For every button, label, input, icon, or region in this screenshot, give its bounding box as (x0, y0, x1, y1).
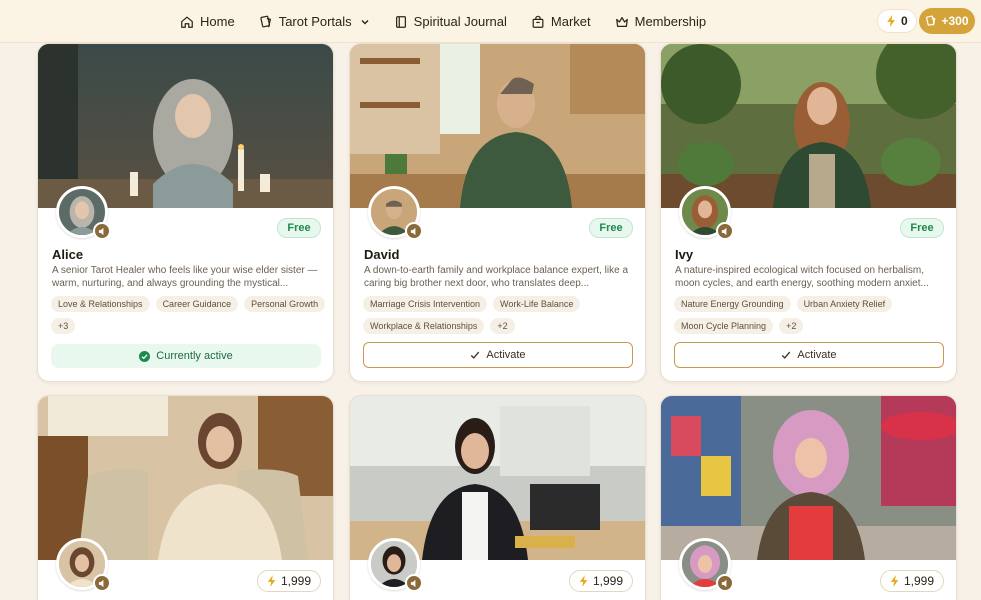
healer-name: David (364, 247, 400, 262)
activate-button[interactable]: Activate (674, 342, 944, 368)
tag: Work-Life Balance (493, 296, 581, 312)
specialty-tags: Nature Energy Grounding Urban Anxiety Re… (674, 296, 949, 334)
home-icon (181, 16, 193, 28)
price-value: 1,999 (592, 574, 623, 588)
check-icon (782, 351, 791, 359)
nav-market-label: Market (550, 14, 591, 29)
speaker-icon (721, 579, 726, 587)
healer-description: A senior Tarot Healer who feels like you… (52, 265, 318, 289)
nav-home-label: Home (200, 14, 235, 29)
activate-button[interactable]: Activate (363, 342, 633, 368)
price-badge: 1,999 (879, 570, 944, 592)
specialty-tags: Marriage Crisis Intervention Work-Life B… (363, 296, 638, 334)
price-badge: 1,999 (256, 570, 321, 592)
specialty-tags: Love & Relationships Career Guidance Per… (51, 296, 326, 334)
check-circle-icon (139, 350, 151, 362)
healer-name: Alice (52, 247, 84, 262)
nav-spiritual-journal-label: Spiritual Journal (413, 14, 507, 29)
healer-card[interactable]: 1,999 (660, 395, 957, 600)
price-badge: Free (277, 218, 321, 238)
voice-preview-button[interactable] (405, 222, 423, 240)
nav-tarot-portals[interactable]: Tarot Portals (259, 14, 370, 29)
coins-value: +300 (941, 14, 969, 28)
tag: Marriage Crisis Intervention (363, 296, 488, 312)
healer-photo (661, 44, 956, 208)
voice-preview-button[interactable] (93, 222, 111, 240)
lightning-icon (267, 575, 276, 587)
nav-membership-label: Membership (634, 14, 707, 29)
energy-value: 0 (901, 14, 908, 28)
healer-photo (661, 396, 956, 560)
tag: Urban Anxiety Relief (796, 296, 893, 312)
price-value: 1,999 (903, 574, 934, 588)
tag: Career Guidance (155, 296, 239, 312)
healer-name: Ivy (675, 247, 694, 262)
speaker-icon (410, 579, 415, 587)
healer-photo (38, 396, 333, 560)
tag: Love & Relationships (51, 296, 150, 312)
nav-home[interactable]: Home (180, 14, 235, 29)
voice-preview-button[interactable] (716, 574, 734, 592)
coins-button[interactable]: +300 (919, 8, 975, 34)
more-tags[interactable]: +3 (51, 318, 76, 334)
activate-label: Activate (486, 349, 526, 361)
lightning-icon (890, 575, 899, 587)
price-value: 1,999 (280, 574, 311, 588)
more-tags[interactable]: +2 (490, 318, 515, 334)
lightning-icon (887, 15, 895, 27)
speaker-icon (721, 227, 726, 235)
healer-description: A down-to-earth family and workplace bal… (364, 265, 629, 289)
healer-description: A nature-inspired ecological witch focus… (675, 265, 929, 289)
shopping-bag-icon (532, 15, 544, 28)
price-badge: 1,999 (568, 570, 633, 592)
journal-icon (395, 15, 406, 28)
nav-spiritual-journal[interactable]: Spiritual Journal (394, 14, 507, 29)
speaker-icon (410, 227, 415, 235)
healer-card[interactable]: 1,999 (37, 395, 334, 600)
healer-card-alice[interactable]: Free Alice A senior Tarot Healer who fee… (37, 43, 334, 382)
healer-card[interactable]: 1,999 (349, 395, 646, 600)
top-navigation-bar: Home Tarot Portals Spiritual Journal Mar… (0, 0, 981, 43)
tag: Nature Energy Grounding (674, 296, 791, 312)
tag: Workplace & Relationships (363, 318, 485, 334)
price-badge: Free (900, 218, 944, 238)
voice-preview-button[interactable] (405, 574, 423, 592)
healer-card-david[interactable]: Free David A down-to-earth family and wo… (349, 43, 646, 382)
healer-photo (350, 396, 645, 560)
check-icon (471, 351, 480, 359)
tag: Personal Growth (244, 296, 326, 312)
tarot-card-icon (260, 15, 271, 27)
more-tags[interactable]: +2 (779, 318, 804, 334)
nav-membership[interactable]: Membership (615, 14, 707, 29)
speaker-icon (98, 579, 103, 587)
speaker-icon (98, 227, 103, 235)
active-label: Currently active (156, 350, 233, 362)
healer-photo (38, 44, 333, 208)
chevron-down-icon (361, 19, 369, 24)
price-badge: Free (589, 218, 633, 238)
tarot-card-icon (926, 15, 936, 26)
nav-market[interactable]: Market (531, 14, 591, 29)
tag: Moon Cycle Planning (674, 318, 774, 334)
nav-tarot-portals-label: Tarot Portals (278, 14, 352, 29)
energy-balance[interactable]: 0 (877, 9, 917, 33)
activate-label: Activate (797, 349, 837, 361)
crown-icon (615, 16, 628, 27)
voice-preview-button[interactable] (93, 574, 111, 592)
healer-card-ivy[interactable]: Free Ivy A nature-inspired ecological wi… (660, 43, 957, 382)
lightning-icon (579, 575, 588, 587)
main-nav: Home Tarot Portals Spiritual Journal Mar… (180, 0, 706, 43)
healer-photo (350, 44, 645, 208)
voice-preview-button[interactable] (716, 222, 734, 240)
currently-active-status: Currently active (51, 344, 321, 368)
